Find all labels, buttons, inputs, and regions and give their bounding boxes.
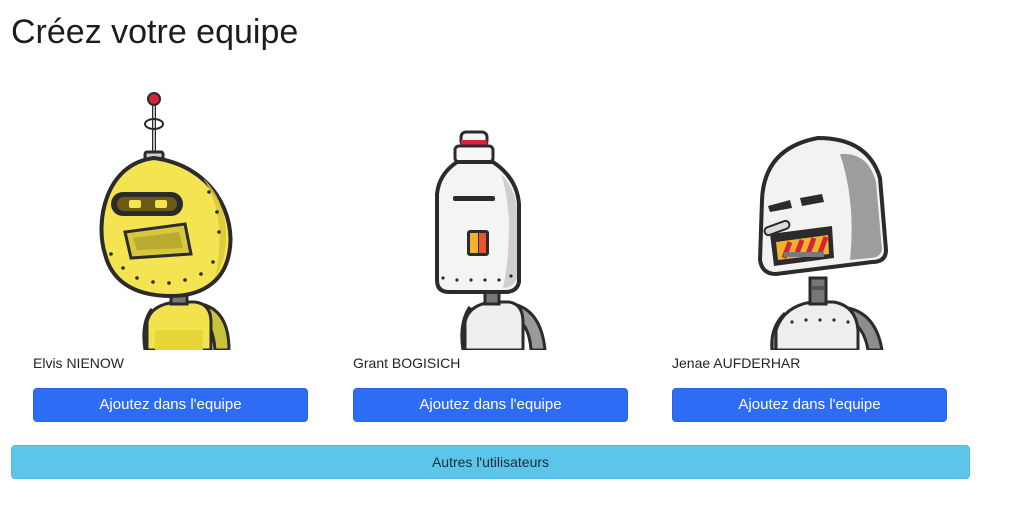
page-title: Créez votre equipe [11,13,299,51]
add-to-team-button[interactable]: Ajoutez dans l'equipe [353,388,628,422]
add-to-team-button[interactable]: Ajoutez dans l'equipe [33,388,308,422]
more-users-button[interactable]: Autres l'utilisateurs [11,445,970,479]
robot-avatar-grey-icon [672,82,948,350]
robot-avatar-white-icon [353,82,629,350]
robot-name: Grant BOGISICH [353,355,461,371]
robot-card: Elvis NIENOW Ajoutez dans l'equipe [33,82,309,424]
add-to-team-button[interactable]: Ajoutez dans l'equipe [672,388,947,422]
robot-name: Jenae AUFDERHAR [672,355,801,371]
robot-name: Elvis NIENOW [33,355,124,371]
robot-card: Grant BOGISICH Ajoutez dans l'equipe [353,82,629,424]
robot-avatar-yellow-icon [33,82,309,350]
robot-card: Jenae AUFDERHAR Ajoutez dans l'equipe [672,82,948,424]
